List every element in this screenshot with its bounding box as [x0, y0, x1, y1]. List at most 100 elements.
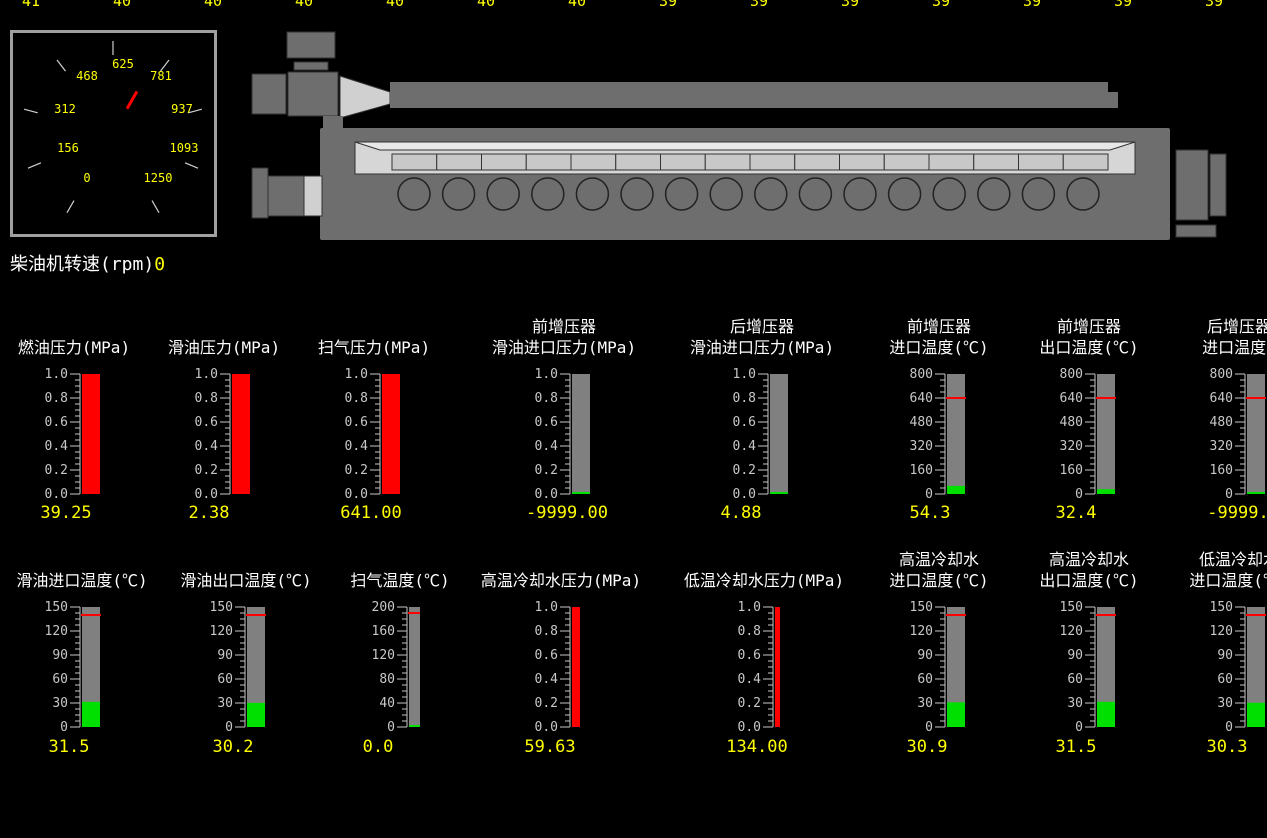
engine-speed-dial: 0 156 312 468 625 781 937 1093 1250 — [10, 30, 217, 237]
cylinder-number: 40 — [568, 0, 587, 10]
tick-label: 40 — [379, 696, 395, 711]
tick-label: 90 — [1217, 648, 1233, 663]
rail-segment — [704, 153, 751, 171]
gauge-title-line: 低温冷却水 — [1198, 550, 1267, 569]
engine-speed-label: 柴油机转速(rpm) — [10, 254, 155, 275]
tick-label: 0.0 — [45, 487, 68, 502]
engine-speed-readout: 柴油机转速(rpm)0 — [10, 250, 165, 276]
tick-label: 640 — [1210, 391, 1233, 406]
rocker-cover — [542, 109, 553, 127]
rail-segment — [749, 153, 796, 171]
tick-label: 90 — [917, 648, 933, 663]
bar-fill — [232, 374, 250, 494]
tick-label: 800 — [1210, 367, 1233, 382]
tick-label: 0.8 — [535, 391, 558, 406]
tick-label: 0.6 — [45, 415, 68, 430]
diesel-engine-diagram — [251, 31, 1227, 240]
rail-segment — [1062, 153, 1109, 171]
tick-label: 320 — [910, 439, 933, 454]
gauge-value: 31.5 — [48, 737, 90, 757]
rocker-cover — [988, 109, 999, 127]
tick-label: 0.8 — [195, 391, 218, 406]
gauge-scale: 1.0 0.8 0.6 0.4 0.2 0.0 — [733, 367, 788, 502]
gauge-scale: 1.0 0.8 0.6 0.4 0.2 0.0 — [345, 367, 400, 502]
tick-label: 0.6 — [738, 648, 761, 663]
tick-label: 60 — [1067, 672, 1083, 687]
tick-label: 0.2 — [195, 463, 218, 478]
tick-label: 0.8 — [738, 624, 761, 639]
gauge-scale: 150 120 90 60 30 0 — [210, 600, 266, 735]
bar-fill — [82, 701, 100, 727]
tick-label: 120 — [210, 624, 233, 639]
gauge-title-line: 前增压器 — [531, 317, 596, 336]
tick-label: 150 — [1060, 600, 1083, 615]
tick-label: 0 — [925, 487, 933, 502]
tick-label: 150 — [1210, 600, 1233, 615]
tick-label: 0.2 — [738, 696, 761, 711]
bar-fill — [572, 492, 590, 494]
tick-label: 120 — [910, 624, 933, 639]
rocker-cover — [453, 109, 464, 127]
tick-label: 480 — [1210, 415, 1233, 430]
tick-label: 90 — [217, 648, 233, 663]
tick-label: 60 — [52, 672, 68, 687]
cylinder-number: 40 — [295, 0, 314, 10]
bar-track — [572, 374, 590, 494]
bar-fill — [382, 374, 400, 494]
rail-segment — [615, 153, 661, 171]
tick-label: 60 — [917, 672, 933, 687]
gauge-value: 641.00 — [340, 503, 402, 523]
rail-segment — [928, 153, 975, 171]
gauge-title-line: 进口温度( — [1202, 338, 1267, 357]
rocker-cover — [498, 109, 509, 127]
tick-label: 120 — [45, 624, 68, 639]
tick-label: 0 — [1225, 487, 1233, 502]
tick-label: 0 — [1225, 720, 1233, 735]
gauge-title: 后增压器 滑油进口压力(MPa) — [662, 316, 862, 358]
dial-label: 1093 — [170, 141, 199, 155]
tick-label: 0.4 — [733, 439, 757, 454]
tick-label: 160 — [910, 463, 933, 478]
rocker-cover — [632, 109, 642, 127]
rail-segment — [570, 153, 617, 171]
gauge-value: 59.63 — [524, 737, 576, 757]
tick-label: 0.2 — [733, 463, 756, 478]
tick-label: 80 — [379, 672, 395, 687]
tick-label: 0.6 — [535, 648, 558, 663]
bar-fill — [1097, 701, 1115, 727]
tick-label: 90 — [1067, 648, 1083, 663]
cylinder-number: 39 — [1205, 0, 1224, 10]
gauge-value: -9999.00 — [526, 503, 608, 523]
tick-label: 150 — [210, 600, 233, 615]
dial-label: 312 — [54, 102, 76, 116]
gauge-scale: 1.0 0.8 0.6 0.4 0.2 0.0 — [195, 367, 250, 502]
tick-label: 640 — [1060, 391, 1083, 406]
tick-label: 30 — [52, 696, 68, 711]
gauge-scale: 150 120 90 60 30 0 — [1060, 600, 1116, 735]
gauge-value: -9999. — [1207, 503, 1267, 523]
tick-label: 0.0 — [345, 487, 368, 502]
bar-track — [770, 374, 788, 494]
cylinder-number: 39 — [1023, 0, 1042, 10]
rocker-cover — [765, 109, 776, 127]
tick-label: 160 — [1060, 463, 1083, 478]
gauge-title: 前增压器滑油进口压力(MPa) — [464, 316, 664, 358]
gauge-title: 高温冷却水压力(MPa) — [461, 570, 661, 591]
gauge-scale: 800 640 480 320 160 0 — [1210, 367, 1266, 502]
tick-label: 150 — [910, 600, 933, 615]
tick-label: 0.6 — [345, 415, 368, 430]
gauge-title-line: 滑油进口压力(MPa) — [491, 338, 637, 357]
tick-label: 800 — [910, 367, 933, 382]
dial-label: 625 — [112, 57, 134, 71]
rocker-cover — [1078, 109, 1088, 127]
cylinder-number: 39 — [841, 0, 860, 10]
rail-segment — [794, 153, 840, 171]
tick-label: 0.0 — [535, 720, 558, 735]
bar-track — [409, 607, 420, 727]
tick-label: 90 — [52, 648, 68, 663]
rocker-cover — [721, 109, 732, 127]
gauge-title: 扫气压力(MPa) — [274, 337, 474, 358]
tick-label: 0.2 — [535, 696, 558, 711]
bar-fill — [247, 702, 265, 727]
tick-label: 0.0 — [195, 487, 218, 502]
